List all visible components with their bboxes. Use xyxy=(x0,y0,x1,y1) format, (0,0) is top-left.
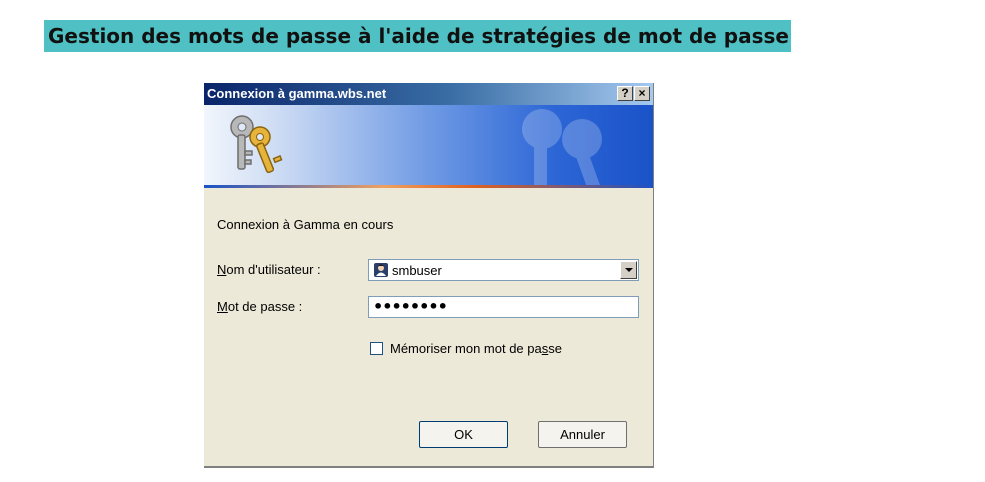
dialog-titlebar[interactable]: Connexion à gamma.wbs.net ? × xyxy=(204,83,653,105)
password-label-text: ot de passe : xyxy=(227,299,303,314)
password-label-accel: M xyxy=(217,299,228,314)
username-label-accel: N xyxy=(217,262,227,277)
login-dialog: Connexion à gamma.wbs.net ? × Connexion … xyxy=(204,83,654,468)
user-icon xyxy=(374,263,388,277)
username-value: smbuser xyxy=(392,263,442,278)
username-dropdown-button[interactable] xyxy=(620,261,637,279)
username-combobox[interactable]: smbuser xyxy=(368,259,639,281)
dialog-title: Connexion à gamma.wbs.net xyxy=(207,86,387,101)
close-button[interactable]: × xyxy=(634,86,650,101)
remember-label-before: Mémoriser mon mot de pa xyxy=(390,341,542,356)
remember-password-checkbox[interactable] xyxy=(370,342,383,355)
connection-message: Connexion à Gamma en cours xyxy=(217,217,394,232)
remember-password-label[interactable]: Mémoriser mon mot de passe xyxy=(390,341,562,356)
username-label-text: om d'utilisateur : xyxy=(226,262,321,277)
ok-button[interactable]: OK xyxy=(419,421,508,448)
banner-stripe xyxy=(204,185,653,188)
page-title: Gestion des mots de passe à l'aide de st… xyxy=(44,20,791,52)
dialog-banner xyxy=(204,105,653,187)
password-label: Mot de passe : xyxy=(217,299,302,314)
password-value: •••••••• xyxy=(373,297,448,316)
cancel-button[interactable]: Annuler xyxy=(538,421,627,448)
username-label: Nom d'utilisateur : xyxy=(217,262,321,277)
remember-label-after: se xyxy=(548,341,562,356)
keys-watermark-icon xyxy=(522,109,603,187)
help-button[interactable]: ? xyxy=(617,86,633,101)
password-field[interactable]: •••••••• xyxy=(368,296,639,318)
keys-icon xyxy=(230,115,283,174)
